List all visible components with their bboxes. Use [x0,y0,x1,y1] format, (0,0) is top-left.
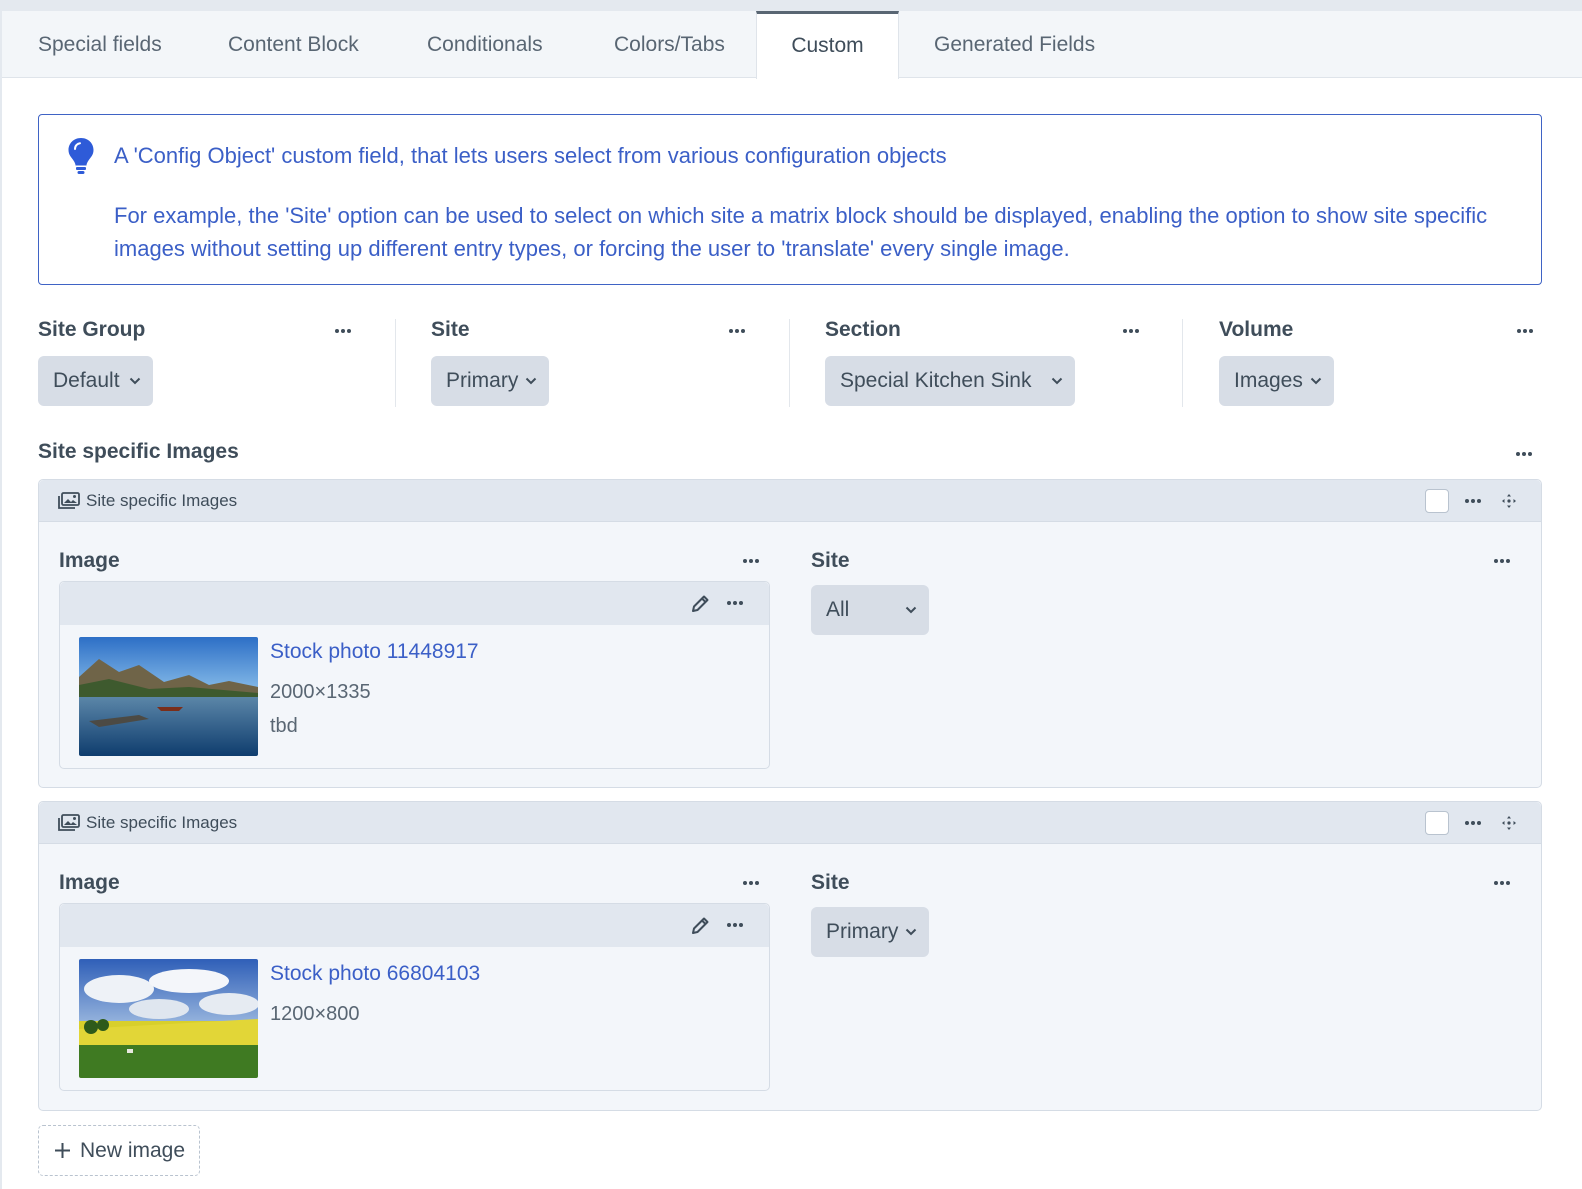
divider [395,319,396,407]
divider [1182,319,1183,407]
asset-extra-info: tbd [270,715,298,737]
matrix-actions-icon[interactable] [1516,452,1534,458]
field-label: Section [825,318,901,341]
new-image-button[interactable]: New image [38,1125,200,1176]
volume-select[interactable]: Images [1219,356,1334,406]
pencil-icon[interactable] [691,916,710,935]
select-value: Primary [446,369,519,392]
block-site-select[interactable]: All [811,585,929,635]
select-value: Default [53,369,120,392]
tab-custom[interactable]: Custom [756,11,899,79]
field-actions-icon[interactable] [335,329,353,335]
asset-title-link[interactable]: Stock photo 11448917 [270,640,479,664]
asset-card: Stock photo 66804103 1200×800 [59,903,770,1091]
asset-actions-icon[interactable] [727,601,745,607]
image-field-label: Image [59,549,120,572]
field-label: Volume [1219,318,1294,341]
matrix-block-title: Site specific Images [86,813,238,832]
tip-box: A 'Config Object' custom field, that let… [38,114,1542,285]
field-label: Site [431,318,470,341]
move-icon[interactable] [1501,815,1517,831]
tab-content-block[interactable]: Content Block [192,11,395,78]
matrix-block-header: Site specific Images [39,480,1541,522]
top-strip [0,0,1582,11]
block-select-checkbox[interactable] [1425,489,1449,513]
field-actions-icon[interactable] [729,329,747,335]
asset-thumbnail[interactable] [79,959,258,1078]
plus-icon [55,1143,70,1158]
asset-thumbnail[interactable] [79,637,258,756]
images-icon [58,814,80,831]
site-field-actions-icon[interactable] [1494,881,1512,887]
asset-toolbar [60,582,769,625]
image-field-actions-icon[interactable] [743,881,761,887]
asset-card: Stock photo 11448917 2000×1335 tbd [59,581,770,769]
field-label: Site Group [38,318,146,341]
block-actions-icon[interactable] [1465,821,1483,827]
block-actions-icon[interactable] [1465,499,1483,505]
chevron-down-icon [905,606,917,614]
block-select-checkbox[interactable] [1425,811,1449,835]
pencil-icon[interactable] [691,594,710,613]
lightbulb-icon [68,138,94,174]
site-field-label: Site [811,871,850,894]
select-value: Images [1234,369,1303,392]
asset-actions-icon[interactable] [727,923,745,929]
chevron-down-icon [525,377,537,385]
divider [789,319,790,407]
chevron-down-icon [905,928,917,936]
tab-colors-tabs[interactable]: Colors/Tabs [578,11,761,78]
section-select[interactable]: Special Kitchen Sink [825,356,1075,406]
site-field-actions-icon[interactable] [1494,559,1512,565]
chevron-down-icon [129,377,141,385]
asset-dimensions: 2000×1335 [270,681,371,703]
field-actions-icon[interactable] [1123,329,1141,335]
asset-dimensions: 1200×800 [270,1003,360,1025]
tab-content: A 'Config Object' custom field, that let… [2,78,1582,1189]
chevron-down-icon [1310,377,1322,385]
tip-text-line-1: A 'Config Object' custom field, that let… [114,143,947,168]
tab-generated-fields[interactable]: Generated Fields [898,11,1131,78]
select-value: Special Kitchen Sink [840,369,1032,392]
matrix-block: Site specific Images Image Site Primary [38,801,1542,1111]
asset-toolbar [60,904,769,947]
asset-title-link[interactable]: Stock photo 66804103 [270,962,480,986]
select-value: Primary [826,920,899,943]
move-icon[interactable] [1501,493,1517,509]
matrix-block-header: Site specific Images [39,802,1541,844]
matrix-field-label: Site specific Images [38,440,239,463]
tab-bar: Special fields Content Block Conditional… [2,11,1582,79]
tab-conditionals[interactable]: Conditionals [391,11,579,78]
site-field-label: Site [811,549,850,572]
field-actions-icon[interactable] [1517,329,1535,335]
image-field-actions-icon[interactable] [743,559,761,565]
tab-special-fields[interactable]: Special fields [2,11,198,78]
chevron-down-icon [1051,377,1063,385]
image-field-label: Image [59,871,120,894]
matrix-block: Site specific Images Image Site All Stoc… [38,479,1542,788]
select-value: All [826,598,850,621]
tip-text-line-2: For example, the 'Site' option can be us… [114,203,1488,261]
page: Special fields Content Block Conditional… [0,0,1582,1189]
site-select[interactable]: Primary [431,356,549,406]
new-image-label: New image [80,1139,186,1162]
matrix-block-title: Site specific Images [86,491,238,510]
images-icon [58,492,80,509]
block-site-select[interactable]: Primary [811,907,929,957]
site-group-select[interactable]: Default [38,356,153,406]
